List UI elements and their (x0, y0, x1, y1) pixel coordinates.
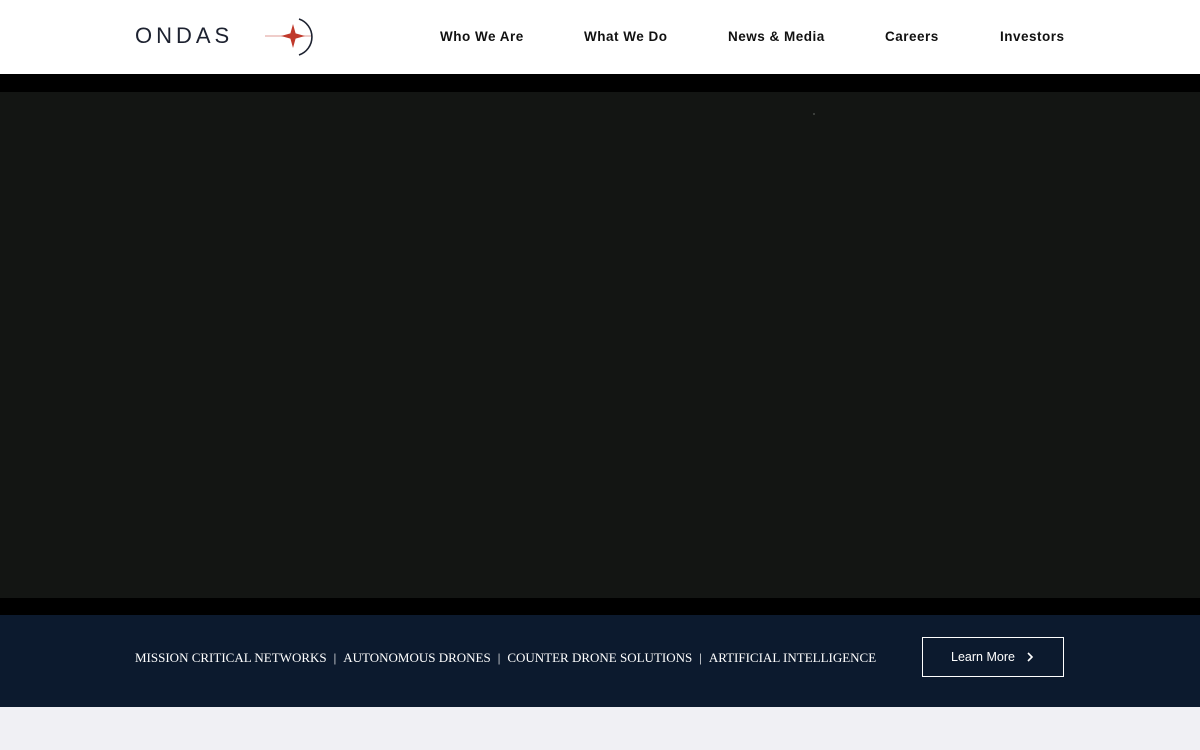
tag-mission-critical-networks: MISSION CRITICAL NETWORKS (135, 650, 327, 665)
learn-more-button[interactable]: Learn More (922, 637, 1064, 677)
tag-artificial-intelligence: ARTIFICIAL INTELLIGENCE (708, 650, 877, 665)
nav-what-we-do[interactable]: What We Do (584, 29, 668, 47)
tag-counter-drone-solutions: COUNTER DRONE SOLUTIONS (507, 650, 693, 665)
next-section-strip (0, 707, 1200, 750)
nav-news-media[interactable]: News & Media (728, 29, 825, 47)
capabilities-list: MISSION CRITICAL NETWORKS | AUTONOMOUS D… (135, 650, 876, 666)
main-nav: Who We Are What We Do News & Media Caree… (0, 0, 1200, 74)
tag-separator: | (497, 650, 501, 665)
nav-who-we-are[interactable]: Who We Are (440, 29, 524, 47)
hero-video[interactable] (0, 92, 1200, 598)
chevron-right-icon (1027, 652, 1034, 662)
learn-more-label: Learn More (951, 650, 1015, 664)
tag-autonomous-drones: AUTONOMOUS DRONES (343, 650, 491, 665)
tag-separator: | (333, 650, 337, 665)
hero-video-artifact (813, 113, 815, 115)
nav-careers[interactable]: Careers (885, 29, 939, 47)
tag-separator: | (699, 650, 702, 665)
site-header: ONDAS Who We Are What We Do News & Media… (0, 0, 1200, 74)
nav-investors[interactable]: Investors (1000, 29, 1065, 47)
